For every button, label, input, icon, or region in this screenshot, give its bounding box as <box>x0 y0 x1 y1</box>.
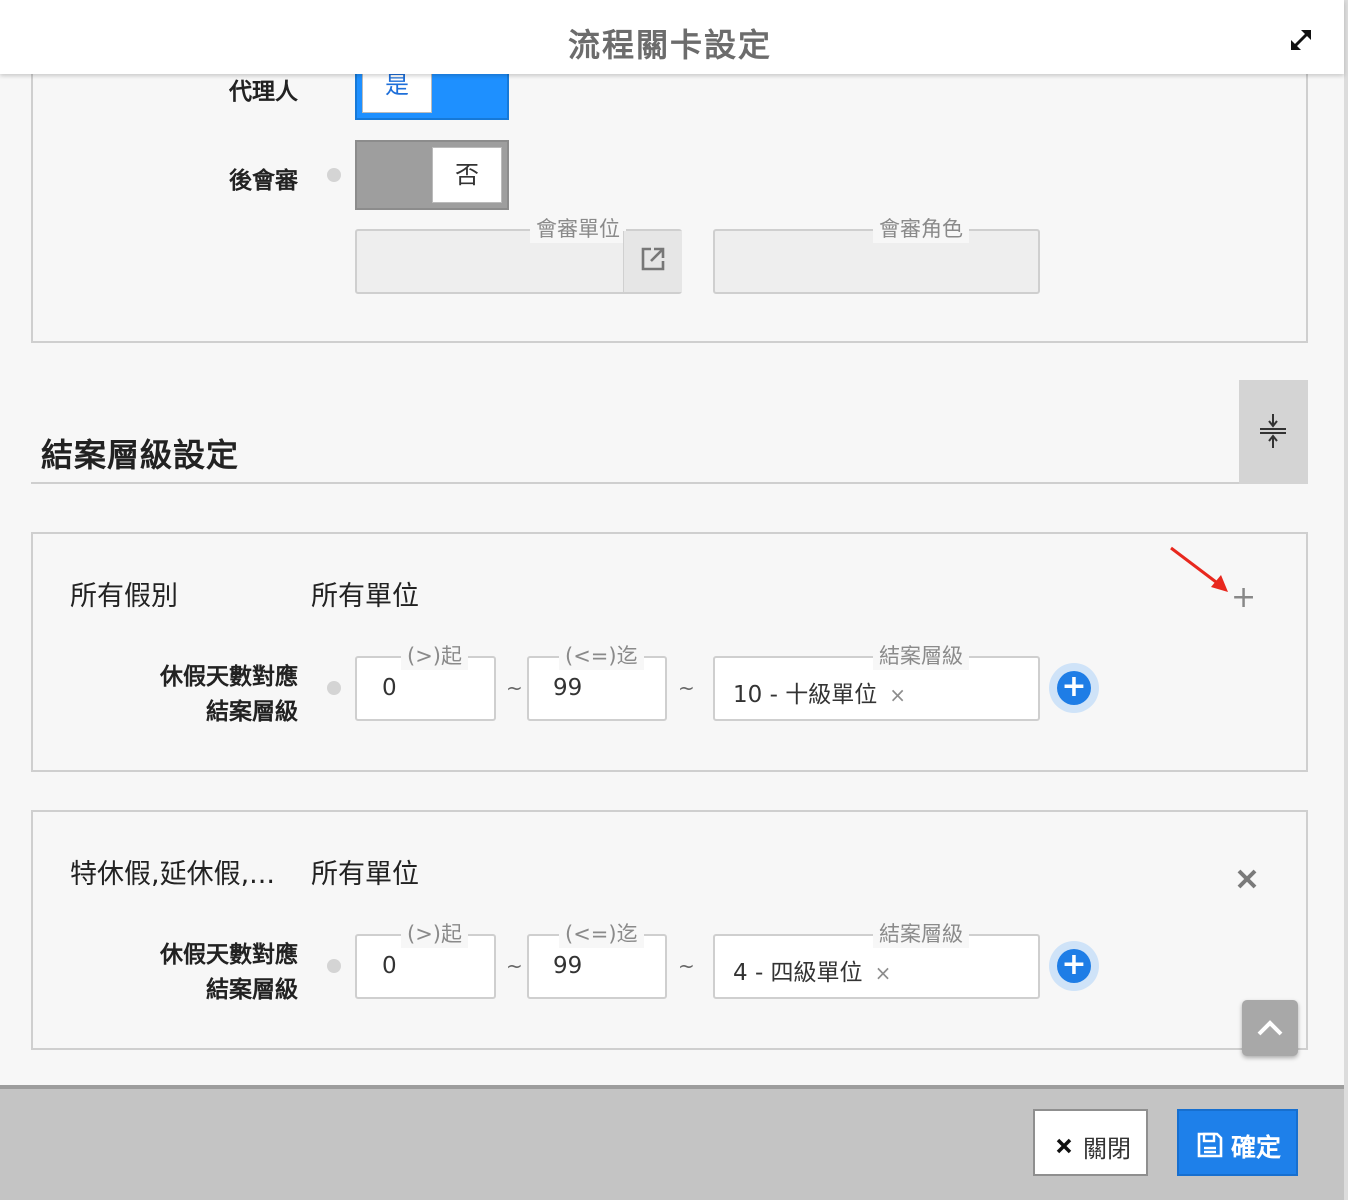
review-role-field[interactable]: 會審角色 <box>713 215 1040 294</box>
confirm-button-label: 確定 <box>1231 1133 1282 1162</box>
from-legend: (>)起 <box>401 642 468 670</box>
confirm-button[interactable]: 確定 <box>1177 1109 1298 1176</box>
closing-rule-card <box>31 532 1308 772</box>
closing-level-value: 10 - 十級單位 × <box>733 675 906 709</box>
dialog-header: 流程關卡設定 <box>0 0 1344 74</box>
post-review-toggle-knob: 否 <box>432 147 502 203</box>
required-dot <box>327 168 341 182</box>
closing-level-value: 4 - 四級單位 × <box>733 953 891 987</box>
post-review-label: 後會審 <box>229 168 298 194</box>
to-days-input[interactable]: (<=)迄 99 <box>527 642 667 721</box>
plus-icon: + <box>1057 949 1091 983</box>
section-divider <box>31 482 1308 484</box>
closing-level-select[interactable]: 結案層級 4 - 四級單位 × <box>713 920 1040 999</box>
rule-units[interactable]: 所有單位 <box>311 574 419 613</box>
close-button[interactable]: 關閉 <box>1033 1109 1148 1176</box>
expand-arrows-icon[interactable] <box>1287 26 1315 54</box>
days-label-line1: 休假天數對應 <box>160 664 298 690</box>
range-separator: ~ <box>678 676 695 700</box>
to-legend: (<=)迄 <box>559 642 644 670</box>
required-dot <box>327 681 341 695</box>
range-separator: ~ <box>678 954 695 978</box>
rule-leave-types[interactable]: 所有假別 <box>70 574 178 613</box>
scrollbar[interactable] <box>1344 0 1348 1200</box>
rule-leave-types[interactable]: 特休假,延休假,... <box>70 852 275 891</box>
days-label-line1: 休假天數對應 <box>160 942 298 968</box>
from-days-input[interactable]: (>)起 0 <box>355 642 496 721</box>
review-role-legend: 會審角色 <box>873 215 969 243</box>
days-label-line2: 結案層級 <box>206 977 298 1003</box>
add-row-button[interactable]: + <box>1049 663 1099 713</box>
from-days-input[interactable]: (>)起 0 <box>355 920 496 999</box>
from-legend: (>)起 <box>401 920 468 948</box>
required-dot <box>327 959 341 973</box>
closing-level-text: 4 - 四級單位 <box>733 960 863 986</box>
to-legend: (<=)迄 <box>559 920 644 948</box>
clear-icon[interactable]: × <box>889 683 906 707</box>
clear-icon[interactable]: × <box>875 961 892 985</box>
delete-rule-icon[interactable] <box>1237 869 1257 889</box>
range-separator: ~ <box>506 676 523 700</box>
collapse-icon <box>1260 414 1286 448</box>
scroll-to-top-button[interactable] <box>1242 1000 1298 1056</box>
to-value: 99 <box>553 953 583 979</box>
post-review-toggle[interactable]: 否 <box>355 140 509 210</box>
chevron-up-icon <box>1257 1020 1283 1036</box>
closing-rule-card <box>31 810 1308 1050</box>
rule-units[interactable]: 所有單位 <box>311 852 419 891</box>
to-value: 99 <box>553 675 583 701</box>
add-rule-button[interactable]: + <box>1231 580 1256 616</box>
collapse-section-button[interactable] <box>1239 380 1308 484</box>
review-unit-legend: 會審單位 <box>530 215 626 243</box>
save-icon <box>1197 1132 1223 1158</box>
dialog-title: 流程關卡設定 <box>567 26 772 64</box>
to-days-input[interactable]: (<=)迄 99 <box>527 920 667 999</box>
from-value: 0 <box>382 953 397 979</box>
closing-level-text: 10 - 十級單位 <box>733 682 878 708</box>
add-row-button[interactable]: + <box>1049 941 1099 991</box>
close-button-label: 關閉 <box>1083 1135 1131 1163</box>
from-value: 0 <box>382 675 397 701</box>
review-unit-field[interactable]: 會審單位 <box>355 215 682 294</box>
closing-level-legend: 結案層級 <box>873 920 969 948</box>
close-icon <box>1056 1138 1072 1154</box>
plus-icon: + <box>1057 671 1091 705</box>
range-separator: ~ <box>506 954 523 978</box>
annotation-arrow <box>1170 546 1228 592</box>
days-label-line2: 結案層級 <box>206 699 298 725</box>
external-link-icon <box>641 247 665 271</box>
agent-label: 代理人 <box>229 79 298 105</box>
section-title: 結案層級設定 <box>41 436 240 474</box>
closing-level-select[interactable]: 結案層級 10 - 十級單位 × <box>713 642 1040 721</box>
closing-level-legend: 結案層級 <box>873 642 969 670</box>
open-picker-button[interactable] <box>623 231 682 292</box>
